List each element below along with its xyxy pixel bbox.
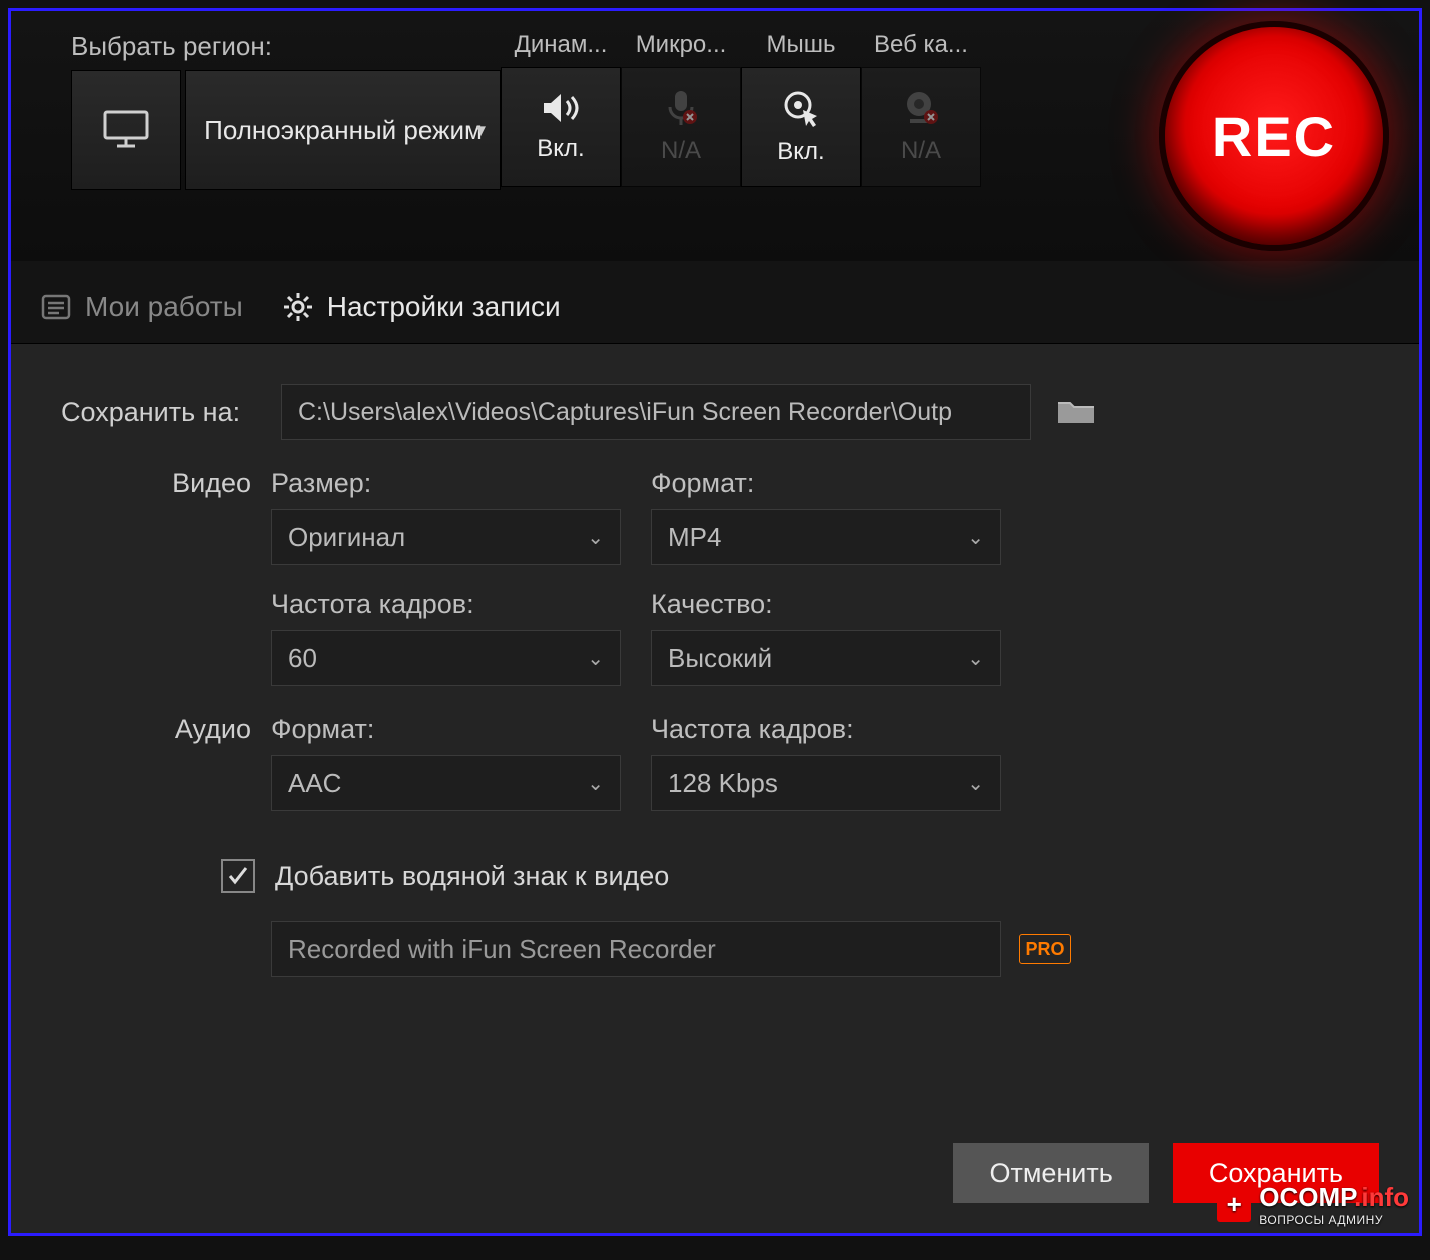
microphone-icon	[664, 89, 698, 127]
video-size-value: Оригинал	[288, 522, 405, 553]
toggle-mouse-header: Мышь	[741, 31, 861, 59]
region-block: Выбрать регион: Полноэкранный режим ▾	[71, 31, 501, 251]
tab-recording-settings-label: Настройки записи	[327, 291, 561, 323]
cancel-button[interactable]: Отменить	[953, 1143, 1148, 1203]
check-icon	[227, 865, 249, 887]
video-fps-value: 60	[288, 643, 317, 674]
site-watermark: + OCOMP.info ВОПРОСЫ АДМИНУ	[1217, 1182, 1409, 1227]
region-row: Полноэкранный режим ▾	[71, 70, 501, 190]
monitor-icon	[103, 110, 149, 150]
toggle-speaker-status: Вкл.	[537, 135, 584, 163]
tab-my-works[interactable]: Мои работы	[41, 291, 243, 323]
video-section-label: Видео	[61, 468, 251, 499]
folder-icon	[1055, 395, 1097, 429]
video-quality-select[interactable]: Высокий ⌄	[651, 630, 1001, 686]
watermark-row: Добавить водяной знак к видео	[221, 859, 1369, 893]
toggle-mouse-status: Вкл.	[777, 138, 824, 166]
site-suffix: .info	[1354, 1182, 1409, 1212]
chevron-down-icon: ⌄	[587, 646, 604, 671]
list-icon	[41, 292, 71, 322]
video-size-label: Размер:	[271, 468, 621, 499]
chevron-down-icon: ⌄	[587, 525, 604, 550]
settings-panel: Сохранить на: C:\Users\alex\Videos\Captu…	[11, 344, 1419, 1119]
save-path-value: C:\Users\alex\Videos\Captures\iFun Scree…	[298, 398, 952, 427]
audio-format-select[interactable]: AAC ⌄	[271, 755, 621, 811]
audio-bitrate-label: Частота кадров:	[651, 714, 1001, 745]
video-quality-value: Высокий	[668, 643, 772, 674]
audio-format-label: Формат:	[271, 714, 621, 745]
video-format-label: Формат:	[651, 468, 1001, 499]
toggle-speaker: Динам... Вкл.	[501, 31, 621, 251]
toggle-webcam-status: N/A	[901, 137, 941, 165]
tab-my-works-label: Мои работы	[85, 291, 243, 323]
video-fps-select[interactable]: 60 ⌄	[271, 630, 621, 686]
video-size-select[interactable]: Оригинал ⌄	[271, 509, 621, 565]
speaker-icon	[541, 91, 581, 125]
watermark-text-value: Recorded with iFun Screen Recorder	[288, 934, 716, 965]
plus-icon: +	[1217, 1188, 1251, 1222]
audio-format-field: Формат: AAC ⌄	[271, 714, 621, 811]
pro-badge: PRO	[1019, 934, 1071, 964]
toggle-webcam-button[interactable]: N/A	[861, 67, 981, 187]
dialog-footer: Отменить Сохранить	[11, 1119, 1419, 1233]
watermark-checkbox[interactable]	[221, 859, 255, 893]
top-toolbar: Выбрать регион: Полноэкранный режим ▾ Ди…	[11, 11, 1419, 261]
audio-bitrate-field: Частота кадров: 128 Kbps ⌄	[651, 714, 1001, 811]
video-section: Видео Размер: Оригинал ⌄ Формат: MP4 ⌄	[61, 468, 1369, 686]
toggle-microphone: Микро... N/A	[621, 31, 741, 251]
toggle-microphone-button[interactable]: N/A	[621, 67, 741, 187]
toggle-microphone-status: N/A	[661, 137, 701, 165]
chevron-down-icon: ▾	[476, 118, 486, 143]
toggle-mouse-button[interactable]: Вкл.	[741, 67, 861, 187]
region-display-button[interactable]	[71, 70, 181, 190]
audio-bitrate-select[interactable]: 128 Kbps ⌄	[651, 755, 1001, 811]
record-button[interactable]: REC	[1159, 21, 1389, 251]
app-window: Выбрать регион: Полноэкранный режим ▾ Ди…	[8, 8, 1422, 1236]
browse-folder-button[interactable]	[1051, 392, 1101, 432]
watermark-input-row: Recorded with iFun Screen Recorder PRO	[61, 921, 1369, 977]
audio-grid: Формат: AAC ⌄ Частота кадров: 128 Kbps ⌄	[271, 714, 1001, 811]
save-path-row: Сохранить на: C:\Users\alex\Videos\Captu…	[61, 384, 1369, 440]
region-label: Выбрать регион:	[71, 31, 501, 62]
gear-icon	[283, 292, 313, 322]
toggle-microphone-header: Микро...	[621, 31, 741, 59]
toggle-speaker-button[interactable]: Вкл.	[501, 67, 621, 187]
toggle-webcam-header: Веб ка...	[861, 31, 981, 59]
watermark-label: Добавить водяной знак к видео	[275, 861, 669, 892]
toggle-speaker-header: Динам...	[501, 31, 621, 59]
chevron-down-icon: ⌄	[967, 525, 984, 550]
webcam-icon	[902, 89, 940, 127]
region-mode-dropdown[interactable]: Полноэкранный режим ▾	[185, 70, 501, 190]
audio-section-label: Аудио	[61, 714, 251, 745]
video-fps-field: Частота кадров: 60 ⌄	[271, 589, 621, 686]
video-format-select[interactable]: MP4 ⌄	[651, 509, 1001, 565]
cursor-icon	[781, 88, 821, 128]
toggle-mouse: Мышь Вкл.	[741, 31, 861, 251]
video-grid: Размер: Оригинал ⌄ Формат: MP4 ⌄ Частота…	[271, 468, 1001, 686]
video-size-field: Размер: Оригинал ⌄	[271, 468, 621, 565]
tabs-row: Мои работы Настройки записи	[11, 261, 1419, 344]
chevron-down-icon: ⌄	[967, 646, 984, 671]
site-name: OCOMP	[1259, 1182, 1354, 1212]
site-tagline: ВОПРОСЫ АДМИНУ	[1259, 1213, 1409, 1227]
watermark-text-input[interactable]: Recorded with iFun Screen Recorder	[271, 921, 1001, 977]
tab-recording-settings[interactable]: Настройки записи	[283, 291, 561, 323]
chevron-down-icon: ⌄	[587, 771, 604, 796]
region-mode-label: Полноэкранный режим	[204, 115, 482, 146]
audio-bitrate-value: 128 Kbps	[668, 768, 778, 799]
audio-section: Аудио Формат: AAC ⌄ Частота кадров: 128 …	[61, 714, 1369, 811]
audio-format-value: AAC	[288, 768, 341, 799]
video-format-field: Формат: MP4 ⌄	[651, 468, 1001, 565]
video-quality-field: Качество: Высокий ⌄	[651, 589, 1001, 686]
video-fps-label: Частота кадров:	[271, 589, 621, 620]
video-format-value: MP4	[668, 522, 721, 553]
cancel-button-label: Отменить	[989, 1158, 1112, 1189]
record-button-label: REC	[1212, 104, 1336, 169]
save-to-label: Сохранить на:	[61, 397, 261, 428]
site-watermark-text: OCOMP.info ВОПРОСЫ АДМИНУ	[1259, 1182, 1409, 1227]
chevron-down-icon: ⌄	[967, 771, 984, 796]
toggle-webcam: Веб ка... N/A	[861, 31, 981, 251]
save-path-input[interactable]: C:\Users\alex\Videos\Captures\iFun Scree…	[281, 384, 1031, 440]
video-quality-label: Качество:	[651, 589, 1001, 620]
